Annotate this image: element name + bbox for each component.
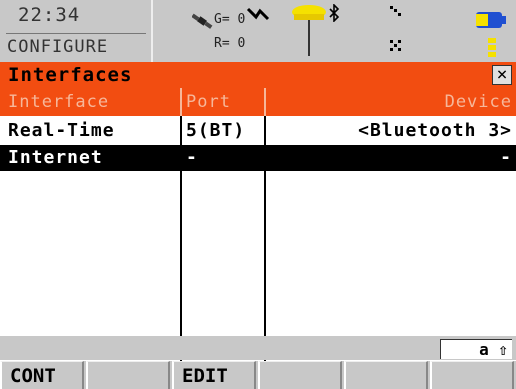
divider — [6, 33, 146, 34]
battery-icon — [474, 4, 508, 62]
rtk-signal-icon — [246, 6, 270, 25]
cell-port: - — [186, 147, 198, 168]
cell-device: <Bluetooth 3> — [358, 120, 512, 141]
table-row[interactable]: Real-Time 5(BT) <Bluetooth 3> — [0, 118, 516, 144]
status-separator — [151, 0, 153, 62]
f6-button[interactable] — [430, 361, 514, 389]
cell-device: - — [500, 147, 512, 168]
antenna-icon — [290, 2, 328, 62]
f4-button[interactable] — [258, 361, 342, 389]
cell-interface: Real-Time — [8, 120, 115, 141]
gps-g-count: G= 0 — [214, 12, 246, 27]
bluetooth-icon — [328, 3, 340, 26]
f1-cont-button[interactable]: CONT — [0, 361, 84, 389]
info-bar: a ⇧ — [0, 336, 516, 360]
status-bar: 22:34 CONFIGURE G= 0 R= 0 — [0, 0, 516, 62]
f2-button[interactable] — [86, 361, 170, 389]
gps-r-count: R= 0 — [214, 36, 246, 51]
close-button[interactable]: × — [492, 65, 512, 85]
title-bar: Interfaces × — [0, 62, 516, 88]
header-port: Port — [186, 92, 231, 112]
f3-edit-button[interactable]: EDIT — [172, 361, 256, 389]
table-row-selected[interactable]: Internet - - — [0, 145, 516, 171]
header-divider — [264, 88, 266, 116]
cell-port: 5(BT) — [186, 120, 246, 141]
header-divider — [180, 88, 182, 116]
softkey-bar: CONT EDIT — [0, 361, 516, 389]
status-left: 22:34 CONFIGURE — [0, 0, 151, 62]
page-title: Interfaces — [8, 64, 133, 86]
clock: 22:34 — [18, 4, 81, 26]
satellite-icon — [191, 12, 214, 34]
f5-button[interactable] — [344, 361, 428, 389]
interfaces-table: Interface Port Device Real-Time 5(BT) <B… — [0, 88, 516, 364]
input-mode-indicator: a ⇧ — [440, 339, 512, 359]
screen-name: CONFIGURE — [7, 37, 109, 57]
header-interface: Interface — [8, 92, 110, 112]
table-header: Interface Port Device — [0, 88, 516, 116]
header-device: Device — [444, 92, 512, 112]
network-icon — [388, 4, 408, 56]
cell-interface: Internet — [8, 147, 103, 168]
satellite-counts: G= 0 R= 0 — [214, 8, 245, 56]
